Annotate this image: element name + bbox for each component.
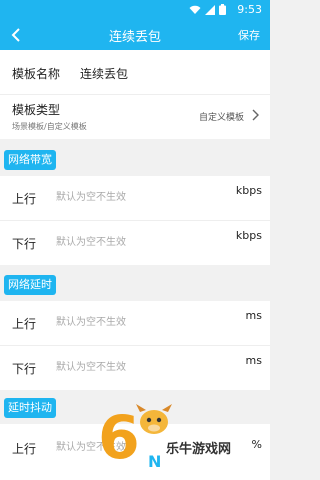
field-label: 上行 — [12, 317, 37, 331]
section-header: 网络带宽 — [0, 146, 270, 176]
jitter-upload-input[interactable] — [56, 436, 206, 458]
bandwidth-download-row: 下行 kbps — [0, 221, 270, 265]
section-title-jitter: 延时抖动 — [4, 398, 56, 418]
field-label: 下行 — [12, 362, 37, 376]
latency-upload-row: 上行 ms — [0, 301, 270, 345]
page-title: 连续丢包 — [108, 30, 161, 45]
status-icons — [189, 4, 226, 15]
section-title-latency: 网络延时 — [4, 275, 56, 295]
save-button[interactable]: 保存 — [238, 27, 260, 43]
template-type-hint: 场景模板/自定义模板 — [12, 122, 87, 131]
signal-icon — [205, 4, 215, 15]
latency-upload-input[interactable] — [56, 311, 206, 333]
jitter-upload-row: 上行 % — [0, 424, 270, 480]
latency-download-row: 下行 ms — [0, 346, 270, 390]
bandwidth-upload-input[interactable] — [56, 186, 206, 208]
template-name-row[interactable]: 模板名称 连续丢包 — [0, 50, 270, 94]
app-bar: 连续丢包 保存 — [0, 20, 270, 50]
wifi-icon — [189, 5, 201, 14]
template-name-label: 模板名称 — [12, 67, 61, 81]
field-label: 下行 — [12, 237, 37, 251]
section-header: 延时抖动 — [0, 394, 270, 424]
unit-label: kbps — [235, 229, 262, 242]
clock: 9:53 — [237, 3, 262, 16]
template-type-label: 模板类型 — [12, 103, 61, 117]
template-name-value[interactable]: 连续丢包 — [80, 65, 128, 82]
bandwidth-download-input[interactable] — [56, 231, 206, 253]
template-type-selected[interactable]: 自定义模板 — [199, 110, 244, 123]
bandwidth-upload-row: 上行 kbps — [0, 176, 270, 220]
section-header: 网络延时 — [0, 271, 270, 301]
field-label: 上行 — [12, 192, 37, 206]
unit-label: ms — [245, 309, 262, 322]
latency-download-input[interactable] — [56, 356, 206, 378]
unit-label: % — [251, 438, 262, 451]
chevron-right-icon[interactable] — [250, 109, 260, 121]
status-bar: 9:53 — [0, 0, 270, 20]
unit-label: ms — [245, 354, 262, 367]
template-type-row[interactable]: 模板类型 场景模板/自定义模板 自定义模板 — [0, 95, 270, 139]
section-title-bandwidth: 网络带宽 — [4, 150, 56, 170]
field-label: 上行 — [12, 442, 37, 456]
unit-label: kbps — [235, 184, 262, 197]
battery-icon — [219, 4, 226, 15]
